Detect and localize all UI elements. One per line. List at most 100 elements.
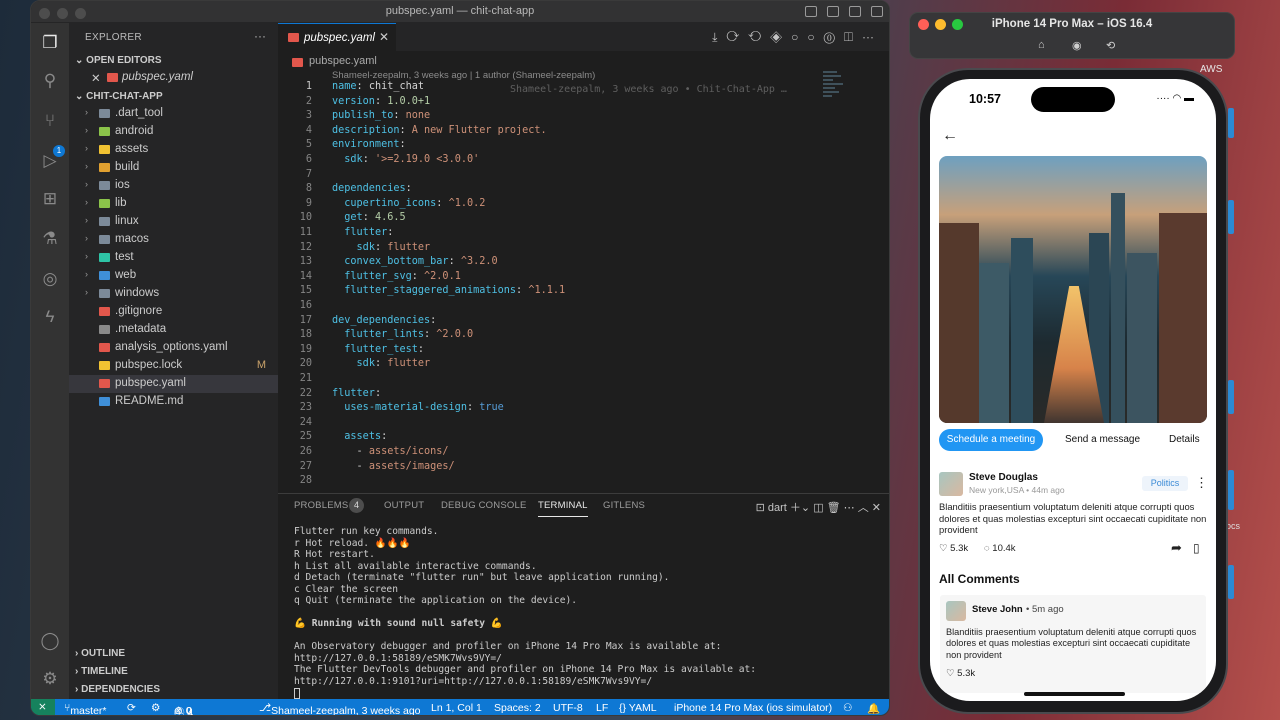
avatar[interactable] xyxy=(939,472,963,496)
tree-item[interactable]: › ios xyxy=(69,177,278,195)
tree-item[interactable]: › .dart_tool xyxy=(69,105,278,123)
desktop-icon[interactable] xyxy=(1228,565,1234,599)
tree-item[interactable]: › web xyxy=(69,267,278,285)
customize-layout-icon[interactable] xyxy=(871,6,883,17)
tree-item-label: README.md xyxy=(115,395,184,407)
post-author[interactable]: Steve Douglas xyxy=(969,472,1038,483)
feedback-icon[interactable]: ⚇ xyxy=(843,702,852,714)
project-section[interactable]: ⌄ CHIT-CHAT-APP xyxy=(75,91,163,102)
tab-pubspec[interactable]: pubspec.yaml ✕ xyxy=(278,23,396,51)
notifications-bell-icon[interactable]: 🔔 xyxy=(867,702,880,715)
tab-output[interactable]: OUTPUT xyxy=(384,500,424,511)
avatar[interactable] xyxy=(946,601,966,621)
editor-actions[interactable]: ⤓⟳⟲◈○○⓪◫⋯ xyxy=(712,30,883,45)
terminal-actions[interactable]: ＋⌄ ◫ 🗑 ⋯ ︿ ✕ xyxy=(787,502,881,514)
tree-item[interactable]: .gitignore xyxy=(69,303,278,321)
tree-item[interactable]: pubspec.lock M xyxy=(69,357,278,375)
tree-item-label: build xyxy=(115,161,140,173)
toggle-panel-icon[interactable] xyxy=(827,6,839,17)
desktop-icon[interactable] xyxy=(1228,200,1234,234)
terminal-shell-label[interactable]: dart xyxy=(768,502,787,514)
flutter-device[interactable]: iPhone 14 Pro Max (ios simulator) xyxy=(674,702,832,714)
testing-icon[interactable]: ⚗ xyxy=(38,227,62,251)
close-tab-icon[interactable]: ✕ xyxy=(379,30,389,44)
tree-item[interactable]: › build xyxy=(69,159,278,177)
tab-terminal[interactable]: TERMINAL xyxy=(538,500,588,517)
toggle-secondary-sidebar-icon[interactable] xyxy=(849,6,861,17)
run-debug-icon[interactable]: ▷ xyxy=(38,149,62,173)
blame-codelens[interactable]: Shameel-zeepalm, 3 weeks ago | 1 author … xyxy=(332,70,595,81)
screenshot-icon[interactable]: ◉ xyxy=(1072,39,1082,52)
status-blame[interactable]: ⎇ Shameel-zeepalm, 3 weeks ago xyxy=(259,702,421,715)
gitlens-icon[interactable]: ◎ xyxy=(38,267,62,291)
open-editor-item[interactable]: ✕ pubspec.yaml xyxy=(69,69,278,87)
tree-item[interactable]: .metadata xyxy=(69,321,278,339)
settings-gear-icon[interactable]: ⚙ xyxy=(38,667,62,691)
outline-section[interactable]: › OUTLINE xyxy=(75,648,125,659)
bookmark-icon[interactable]: ▯ xyxy=(1193,541,1200,555)
line-number: 4 xyxy=(305,124,312,136)
home-icon[interactable]: ⌂ xyxy=(1038,39,1045,51)
tree-item[interactable]: › lib xyxy=(69,195,278,213)
comment-button[interactable]: ◌ 10.4k xyxy=(984,543,1016,554)
chevron-right-icon: › xyxy=(85,161,88,171)
indentation[interactable]: Spaces: 2 xyxy=(494,702,541,714)
remote-indicator[interactable]: ⨯ xyxy=(31,699,55,715)
line-number: 8 xyxy=(305,183,312,195)
share-icon[interactable]: ➦ xyxy=(1171,540,1182,556)
heart-icon: ♡ xyxy=(946,668,955,679)
explorer-icon[interactable]: ❐ xyxy=(38,31,62,55)
account-icon[interactable]: ◯ xyxy=(38,629,62,653)
tree-item[interactable]: pubspec.yaml xyxy=(69,375,278,393)
tab-debug-console[interactable]: DEBUG CONSOLE xyxy=(441,500,526,511)
line-ending[interactable]: LF xyxy=(596,702,608,714)
open-editors-section[interactable]: ⌄ OPEN EDITORS xyxy=(75,55,162,66)
details-button[interactable]: Details xyxy=(1169,429,1200,451)
tree-item[interactable]: › linux xyxy=(69,213,278,231)
explorer-more-icon[interactable]: ··· xyxy=(254,29,266,43)
tree-item[interactable]: › macos xyxy=(69,231,278,249)
tree-item[interactable]: › windows xyxy=(69,285,278,303)
encoding[interactable]: UTF-8 xyxy=(553,702,583,714)
search-icon[interactable]: ⚲ xyxy=(38,69,62,93)
chevron-right-icon: › xyxy=(85,251,88,261)
extensions-icon[interactable]: ⊞ xyxy=(38,187,62,211)
desktop-icon[interactable] xyxy=(1228,380,1234,414)
tab-problems[interactable]: PROBLEMS xyxy=(294,500,348,511)
editor-tabs: pubspec.yaml ✕ ⤓⟳⟲◈○○⓪◫⋯ xyxy=(278,23,889,51)
tab-gitlens[interactable]: GITLENS xyxy=(603,500,645,511)
timeline-section[interactable]: › TIMELINE xyxy=(75,666,128,677)
tree-item[interactable]: › android xyxy=(69,123,278,141)
send-message-button[interactable]: Send a message xyxy=(1065,429,1140,451)
schedule-meeting-button[interactable]: Schedule a meeting xyxy=(939,429,1043,451)
comment-like-button[interactable]: ♡ 5.3k xyxy=(946,668,975,679)
tree-item[interactable]: › test xyxy=(69,249,278,267)
toggle-sidebar-icon[interactable] xyxy=(805,6,817,17)
terminal-toolbar[interactable]: ⊡ dart ＋⌄ ◫ 🗑 ⋯ ︿ ✕ xyxy=(756,499,881,515)
rotate-icon[interactable]: ⟲ xyxy=(1106,39,1115,52)
home-indicator[interactable] xyxy=(1024,692,1125,696)
source-control-icon[interactable]: ⑂ xyxy=(38,109,62,133)
dependencies-section[interactable]: › DEPENDENCIES xyxy=(75,684,160,695)
branch-indicator[interactable]: ⑂ master* xyxy=(64,702,107,715)
desktop-icon[interactable] xyxy=(1228,470,1234,510)
minimap[interactable] xyxy=(823,69,845,119)
remote-explorer-icon[interactable]: ϟ xyxy=(38,305,62,329)
tree-item[interactable]: README.md xyxy=(69,393,278,411)
close-editor-icon[interactable]: ✕ xyxy=(91,71,101,85)
code-line-15: flutter_staggered_animations: ^1.1.1 xyxy=(344,285,566,297)
back-arrow-icon[interactable]: ← xyxy=(942,127,958,145)
desktop-icon[interactable] xyxy=(1228,108,1234,138)
cursor-position[interactable]: Ln 1, Col 1 xyxy=(431,702,482,714)
language-mode[interactable]: {} YAML xyxy=(619,702,657,714)
breadcrumb[interactable]: pubspec.yaml xyxy=(309,55,377,67)
gitlens-status-icon[interactable]: ⚙ xyxy=(151,702,160,714)
tree-item[interactable]: analysis_options.yaml xyxy=(69,339,278,357)
tree-item[interactable]: › assets xyxy=(69,141,278,159)
like-button[interactable]: ♡ 5.3k xyxy=(939,543,968,554)
file-icon xyxy=(99,307,110,316)
comment-author[interactable]: Steve John xyxy=(972,604,1023,615)
sync-icon[interactable]: ⟳ xyxy=(127,702,136,714)
more-options-icon[interactable]: ⋮ xyxy=(1195,475,1208,491)
category-tag[interactable]: Politics xyxy=(1142,476,1188,491)
